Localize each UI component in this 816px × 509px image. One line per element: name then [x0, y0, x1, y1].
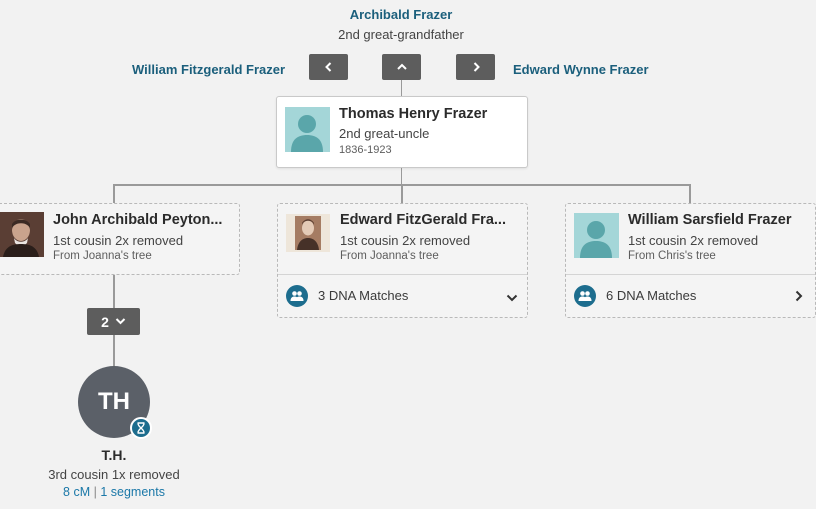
match-relation: 3rd cousin 1x removed — [48, 467, 180, 482]
generation-toggle-button[interactable]: 2 — [87, 308, 140, 335]
person-silhouette-icon — [574, 213, 619, 258]
previous-sibling-button[interactable] — [309, 54, 348, 80]
card-divider — [278, 274, 527, 275]
focus-person-card[interactable]: Thomas Henry Frazer 2nd great-uncle 1836… — [276, 96, 528, 168]
card-divider — [566, 274, 815, 275]
person-silhouette-icon — [285, 107, 330, 152]
match-segments[interactable]: 1 segments — [100, 485, 165, 499]
connector-mid — [401, 184, 403, 204]
child-card-john[interactable]: John Archibald Peyton... 1st cousin 2x r… — [0, 203, 240, 275]
focus-person-relation: 2nd great-uncle — [339, 126, 430, 141]
chevron-right-icon — [473, 62, 480, 72]
child-relation: 1st cousin 2x removed — [53, 233, 184, 248]
connector-toggle-down — [113, 335, 115, 367]
dna-badge-icon — [130, 417, 152, 439]
child-name: William Sarsfield Frazer — [628, 212, 792, 228]
left-sibling-link[interactable]: William Fitzgerald Frazer — [132, 62, 285, 77]
chevron-left-icon — [324, 62, 331, 72]
generation-count: 2 — [101, 313, 109, 330]
right-sibling-link[interactable]: Edward Wynne Frazer — [513, 62, 649, 77]
connector-right — [689, 184, 691, 204]
child-source: From Chris's tree — [628, 250, 716, 262]
next-sibling-button[interactable] — [456, 54, 495, 80]
child-source: From Joanna's tree — [340, 250, 439, 262]
chevron-down-icon — [115, 318, 126, 325]
child-relation: 1st cousin 2x removed — [628, 233, 759, 248]
child-name: John Archibald Peyton... — [53, 212, 223, 228]
child-card-william[interactable]: William Sarsfield Frazer 1st cousin 2x r… — [565, 203, 816, 318]
chevron-right-icon[interactable] — [794, 289, 804, 307]
portrait-photo — [286, 214, 330, 252]
dna-matches-count[interactable]: 3 DNA Matches — [318, 288, 408, 303]
connector-child-down — [113, 274, 115, 308]
match-initials: TH — [98, 388, 130, 415]
portrait-photo — [0, 212, 44, 257]
match-separator: | — [93, 485, 97, 499]
focus-person-years: 1836-1923 — [339, 144, 392, 156]
child-relation: 1st cousin 2x removed — [340, 233, 471, 248]
match-cm[interactable]: 8 cM — [63, 485, 90, 499]
connector-top — [401, 80, 402, 97]
chevron-down-icon[interactable] — [506, 290, 518, 308]
match-shared-dna: 8 cM | 1 segments — [18, 485, 210, 499]
dna-matches-icon — [286, 285, 308, 307]
match-name[interactable]: T.H. — [28, 447, 200, 463]
dna-matches-icon — [574, 285, 596, 307]
child-source: From Joanna's tree — [53, 250, 152, 262]
chevron-up-icon — [396, 63, 407, 70]
connector-left — [113, 184, 115, 204]
parent-up-button[interactable] — [382, 54, 421, 80]
connector-focus-down — [401, 167, 402, 184]
child-name: Edward FitzGerald Fra... — [340, 212, 506, 228]
top-ancestor-name[interactable]: Archibald Frazer — [300, 7, 502, 22]
focus-person-name: Thomas Henry Frazer — [339, 106, 488, 122]
child-card-edward[interactable]: Edward FitzGerald Fra... 1st cousin 2x r… — [277, 203, 528, 318]
top-ancestor-relation: 2nd great-grandfather — [338, 27, 464, 42]
dna-matches-count[interactable]: 6 DNA Matches — [606, 288, 696, 303]
